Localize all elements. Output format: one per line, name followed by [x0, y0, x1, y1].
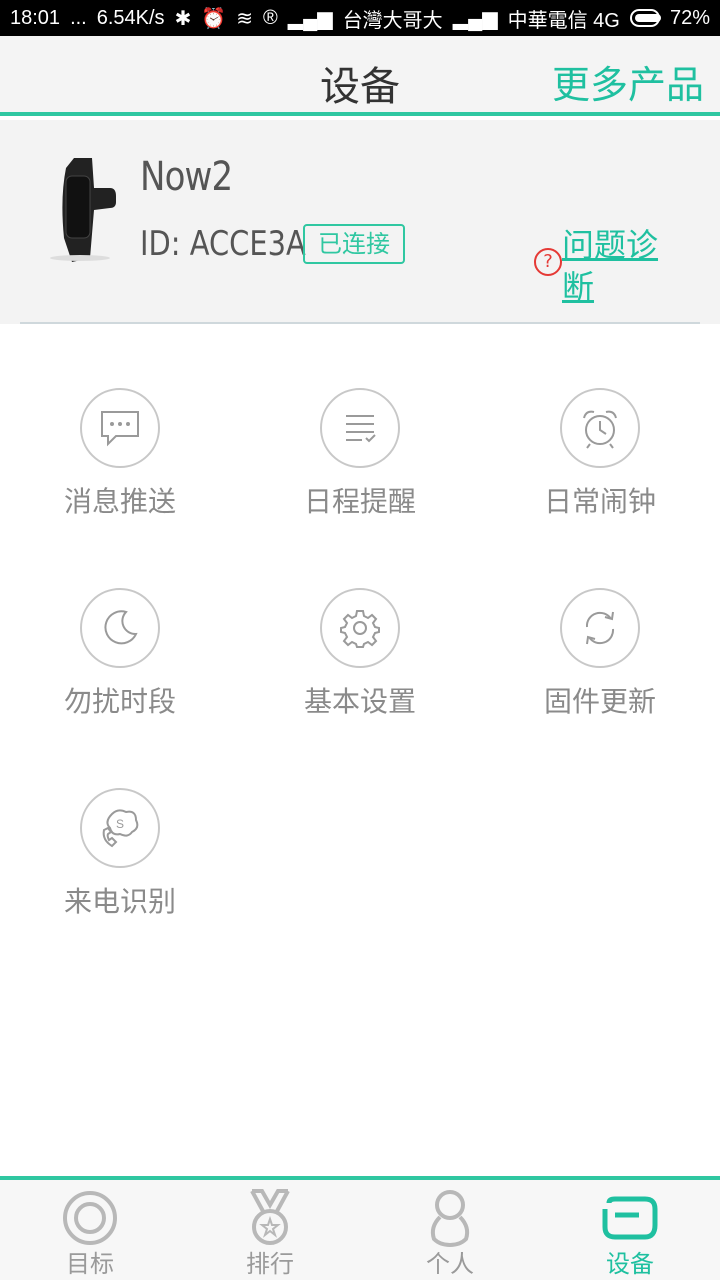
- feature-label: 日程提醒: [303, 485, 416, 518]
- alarm-clock-icon: [560, 388, 640, 468]
- feature-caller-id[interactable]: S 来电识别: [0, 780, 240, 940]
- nav-goal[interactable]: 目标: [0, 1180, 180, 1280]
- status-battery: 72%: [669, 6, 710, 29]
- status-carrier1: 台灣大哥大: [342, 9, 443, 32]
- wifi-icon: ≋: [236, 7, 253, 30]
- feature-label: 来电识别: [63, 885, 176, 918]
- message-icon: [80, 388, 160, 468]
- status-dots: ...: [70, 6, 87, 29]
- status-bar: 18:01 ... 6.54K/s ✱ ⏰ ≋ ® ▂▄▆ 台灣大哥大 ▂▄▆ …: [0, 0, 720, 36]
- feature-schedule[interactable]: 日程提醒: [240, 380, 480, 540]
- signal-icon: ▂▄▆: [452, 7, 498, 30]
- registered-icon: ®: [263, 6, 278, 29]
- feature-message-push[interactable]: 消息推送: [0, 380, 240, 540]
- schedule-icon: [320, 388, 400, 468]
- phone-icon: S: [80, 788, 160, 868]
- nav-label: 个人: [426, 1250, 474, 1278]
- refresh-icon: [560, 588, 640, 668]
- feature-do-not-disturb[interactable]: 勿扰时段: [0, 580, 240, 740]
- device-card[interactable]: Now2 ID: ACCE3A 已连接 ? 问题诊断: [0, 120, 720, 324]
- feature-firmware-update[interactable]: 固件更新: [480, 580, 720, 740]
- status-speed: 6.54K/s: [96, 6, 165, 29]
- question-icon[interactable]: ?: [534, 248, 562, 276]
- feature-label: 固件更新: [543, 685, 656, 718]
- band-icon: [600, 1188, 660, 1248]
- feature-basic-settings[interactable]: 基本设置: [240, 580, 480, 740]
- signal-icon: ▂▄▆: [287, 7, 333, 30]
- bluetooth-icon: ✱: [174, 7, 192, 30]
- battery-icon: [629, 9, 661, 27]
- divider: [20, 322, 700, 324]
- status-time: 18:01: [10, 6, 61, 29]
- feature-alarm[interactable]: 日常闹钟: [480, 380, 720, 540]
- nav-label: 设备: [606, 1250, 654, 1278]
- nav-device[interactable]: 设备: [540, 1180, 720, 1280]
- feature-label: 基本设置: [303, 685, 416, 718]
- bottom-nav: 目标 排行 个人 设备: [0, 1176, 720, 1280]
- feature-label: 日常闹钟: [543, 485, 656, 518]
- target-icon: [60, 1188, 120, 1248]
- feature-label: 勿扰时段: [63, 685, 176, 718]
- nav-label: 目标: [66, 1250, 114, 1278]
- svg-text:S: S: [116, 817, 124, 831]
- feature-label: 消息推送: [63, 485, 176, 518]
- more-products-button[interactable]: 更多产品: [552, 54, 704, 109]
- nav-ranking[interactable]: 排行: [180, 1180, 360, 1280]
- moon-icon: [80, 588, 160, 668]
- nav-personal[interactable]: 个人: [360, 1180, 540, 1280]
- status-carrier2: 中華電信 4G: [507, 9, 620, 32]
- header: 设备 更多产品: [0, 36, 720, 116]
- gear-icon: [320, 588, 400, 668]
- diagnose-link[interactable]: 问题诊断: [562, 224, 682, 308]
- connection-status-badge: 已连接: [303, 224, 405, 264]
- person-icon: [420, 1188, 480, 1248]
- alarm-icon: ⏰: [201, 7, 227, 30]
- wristband-image: [50, 158, 116, 262]
- nav-label: 排行: [246, 1250, 294, 1278]
- medal-icon: [240, 1188, 300, 1248]
- device-name: Now2: [140, 154, 233, 200]
- device-id: ID: ACCE3A: [140, 224, 306, 264]
